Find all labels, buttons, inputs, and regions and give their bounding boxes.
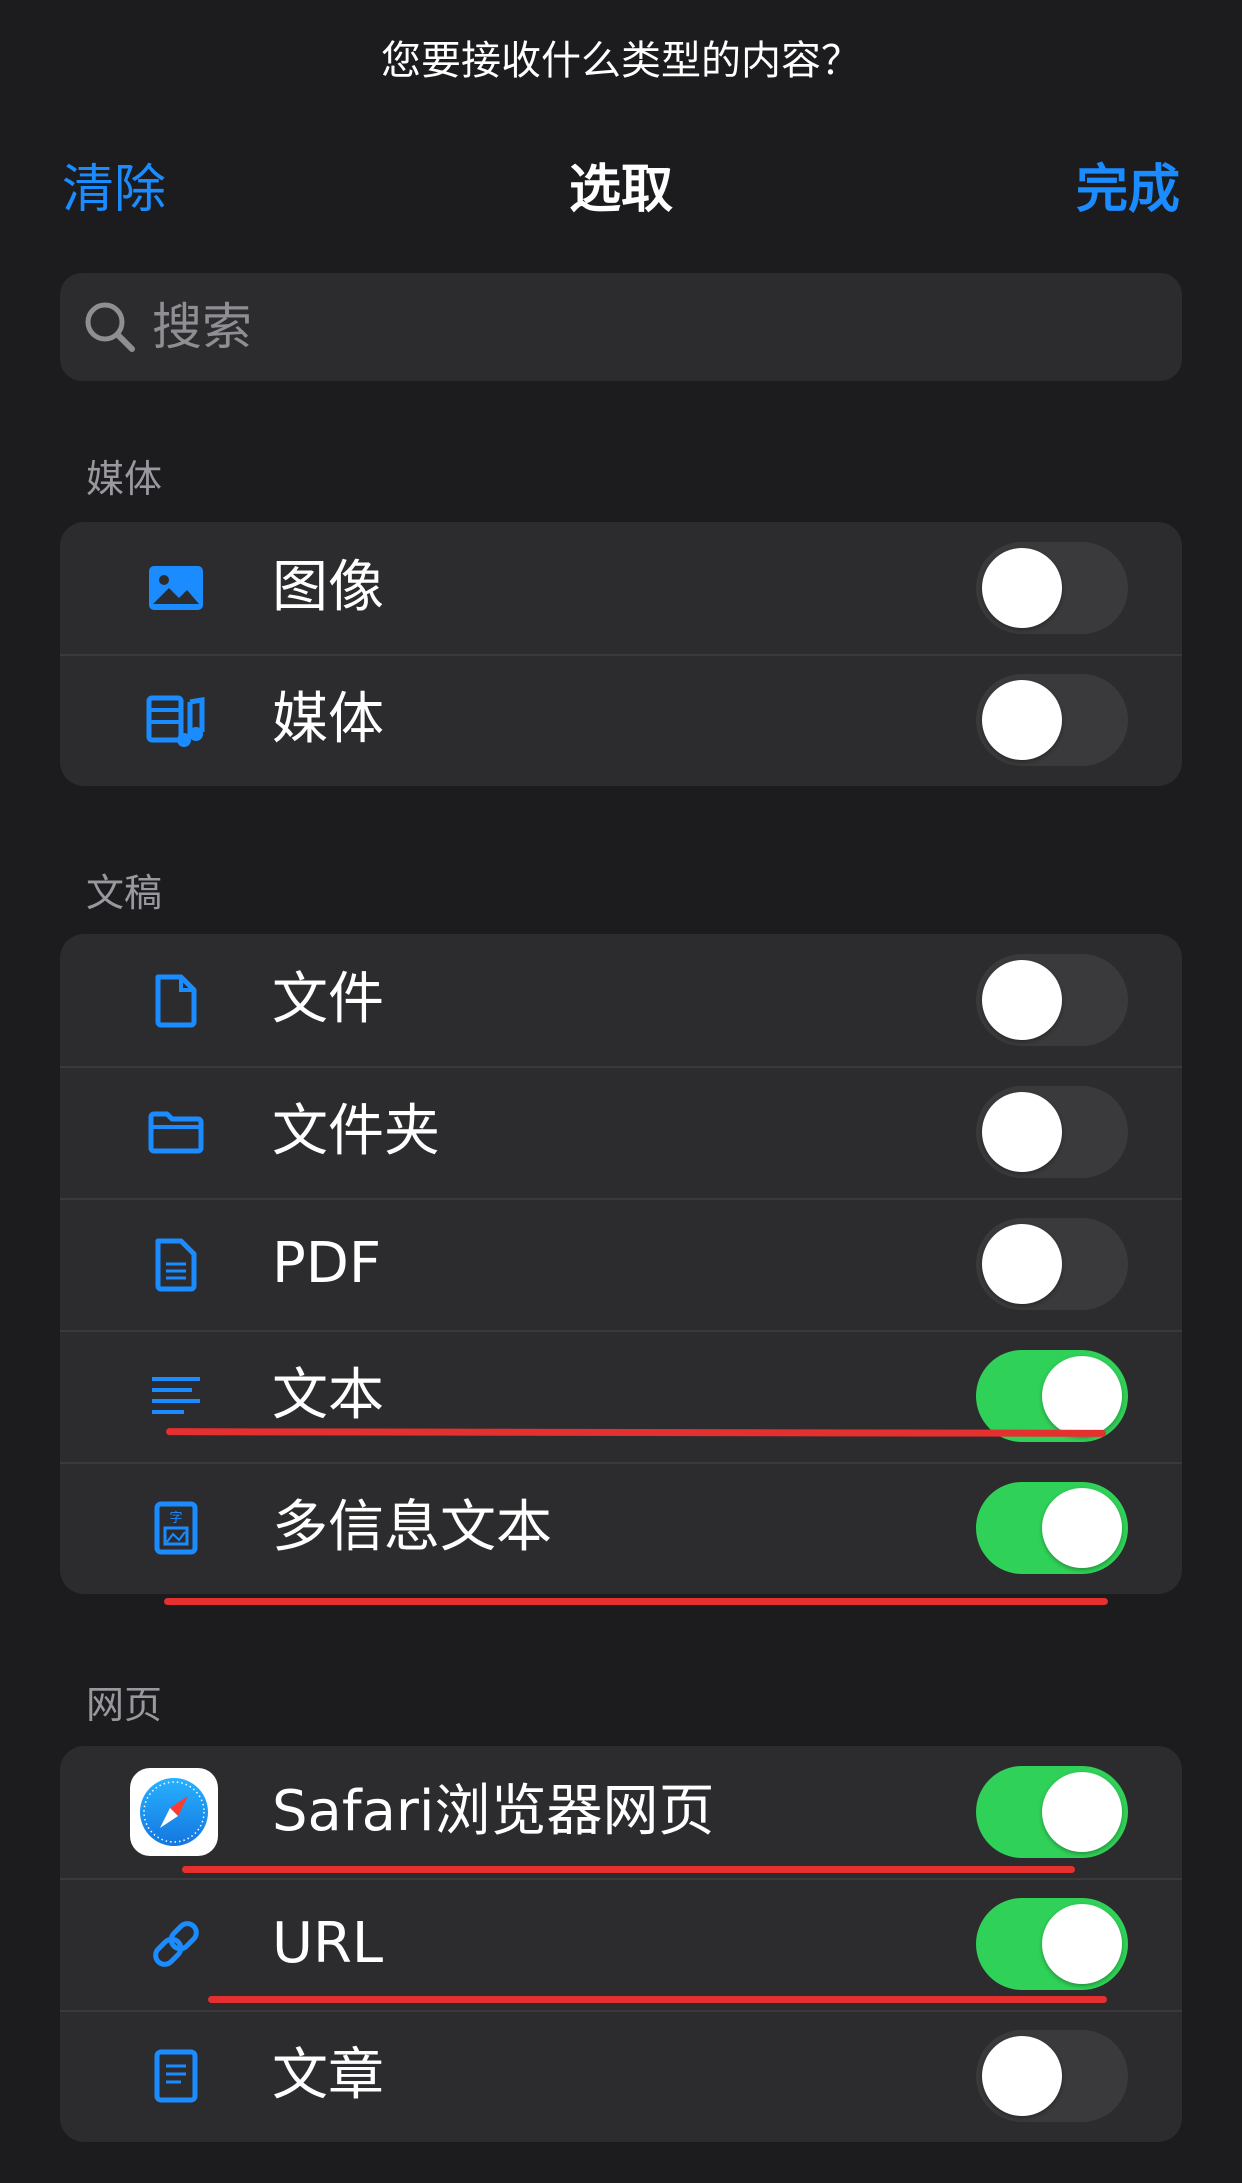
link-icon [146, 1914, 206, 1974]
toggle-switch[interactable] [976, 1218, 1128, 1310]
row-label: 图像 [272, 555, 384, 620]
section-group-documents: 文件 文件夹 PDF 文本 字 多信息文本 [60, 934, 1182, 1594]
toggle-knob [982, 1224, 1062, 1304]
row-label: URL [272, 1911, 384, 1976]
section-title-documents: 文稿 [86, 871, 163, 915]
toggle-switch[interactable] [976, 1350, 1128, 1442]
done-button[interactable]: 完成 [1076, 150, 1180, 230]
row-pdf[interactable]: PDF [60, 1198, 1182, 1330]
article-icon [146, 2046, 206, 2106]
toggle-knob [1042, 1904, 1122, 1984]
prompt-text: 您要接收什么类型的内容？ [381, 38, 861, 84]
row-url[interactable]: URL [60, 1878, 1182, 2010]
toggle-knob [982, 960, 1062, 1040]
row-label: 文本 [272, 1363, 384, 1428]
toggle-switch[interactable] [976, 542, 1128, 634]
row-label: Safari浏览器网页 [272, 1779, 715, 1844]
toggle-switch[interactable] [976, 1086, 1128, 1178]
row-folder[interactable]: 文件夹 [60, 1066, 1182, 1198]
row-label: 文章 [272, 2043, 384, 2108]
toggle-switch[interactable] [976, 2030, 1128, 2122]
row-label: 媒体 [272, 687, 384, 752]
annotation-underline-rich-text [164, 1598, 1108, 1605]
section-title-media: 媒体 [86, 457, 163, 501]
row-media[interactable]: 媒体 [60, 654, 1182, 786]
folder-icon [146, 1102, 206, 1162]
safari-icon [130, 1768, 218, 1856]
row-file[interactable]: 文件 [60, 934, 1182, 1066]
section-group-web: Safari浏览器网页 URL 文章 [60, 1746, 1182, 2142]
toggle-switch[interactable] [976, 954, 1128, 1046]
toggle-knob [982, 680, 1062, 760]
annotation-underline-safari [182, 1866, 1075, 1873]
row-safari-page[interactable]: Safari浏览器网页 [60, 1746, 1182, 1878]
svg-text:字: 字 [169, 1511, 182, 1526]
page-title: 选取 [568, 160, 673, 220]
search-icon [82, 299, 138, 355]
toggle-knob [1042, 1356, 1122, 1436]
toggle-knob [1042, 1488, 1122, 1568]
row-rich-text[interactable]: 字 多信息文本 [60, 1462, 1182, 1594]
search-placeholder: 搜索 [152, 298, 252, 356]
section-title-web: 网页 [86, 1683, 163, 1727]
toggle-switch[interactable] [976, 674, 1128, 766]
media-icon [146, 690, 206, 750]
row-label: 文件夹 [272, 1099, 440, 1164]
toggle-switch[interactable] [976, 1766, 1128, 1858]
toggle-knob [1042, 1772, 1122, 1852]
toggle-switch[interactable] [976, 1482, 1128, 1574]
row-article[interactable]: 文章 [60, 2010, 1182, 2142]
row-text[interactable]: 文本 [60, 1330, 1182, 1462]
row-label: PDF [272, 1231, 382, 1296]
toggle-knob [982, 548, 1062, 628]
toggle-switch[interactable] [976, 1898, 1128, 1990]
rich-text-icon: 字 [146, 1498, 206, 1558]
photo-icon [146, 558, 206, 618]
row-image[interactable]: 图像 [60, 522, 1182, 654]
row-label: 文件 [272, 967, 384, 1032]
nav-bar: 清除 选取 完成 [0, 150, 1242, 230]
search-field[interactable]: 搜索 [60, 273, 1182, 381]
section-group-media: 图像 媒体 [60, 522, 1182, 786]
document-icon [146, 970, 206, 1030]
toggle-knob [982, 2036, 1062, 2116]
annotation-underline-url [208, 1996, 1107, 2003]
pdf-icon [146, 1234, 206, 1294]
toggle-knob [982, 1092, 1062, 1172]
row-label: 多信息文本 [272, 1495, 552, 1560]
text-lines-icon [146, 1366, 206, 1426]
